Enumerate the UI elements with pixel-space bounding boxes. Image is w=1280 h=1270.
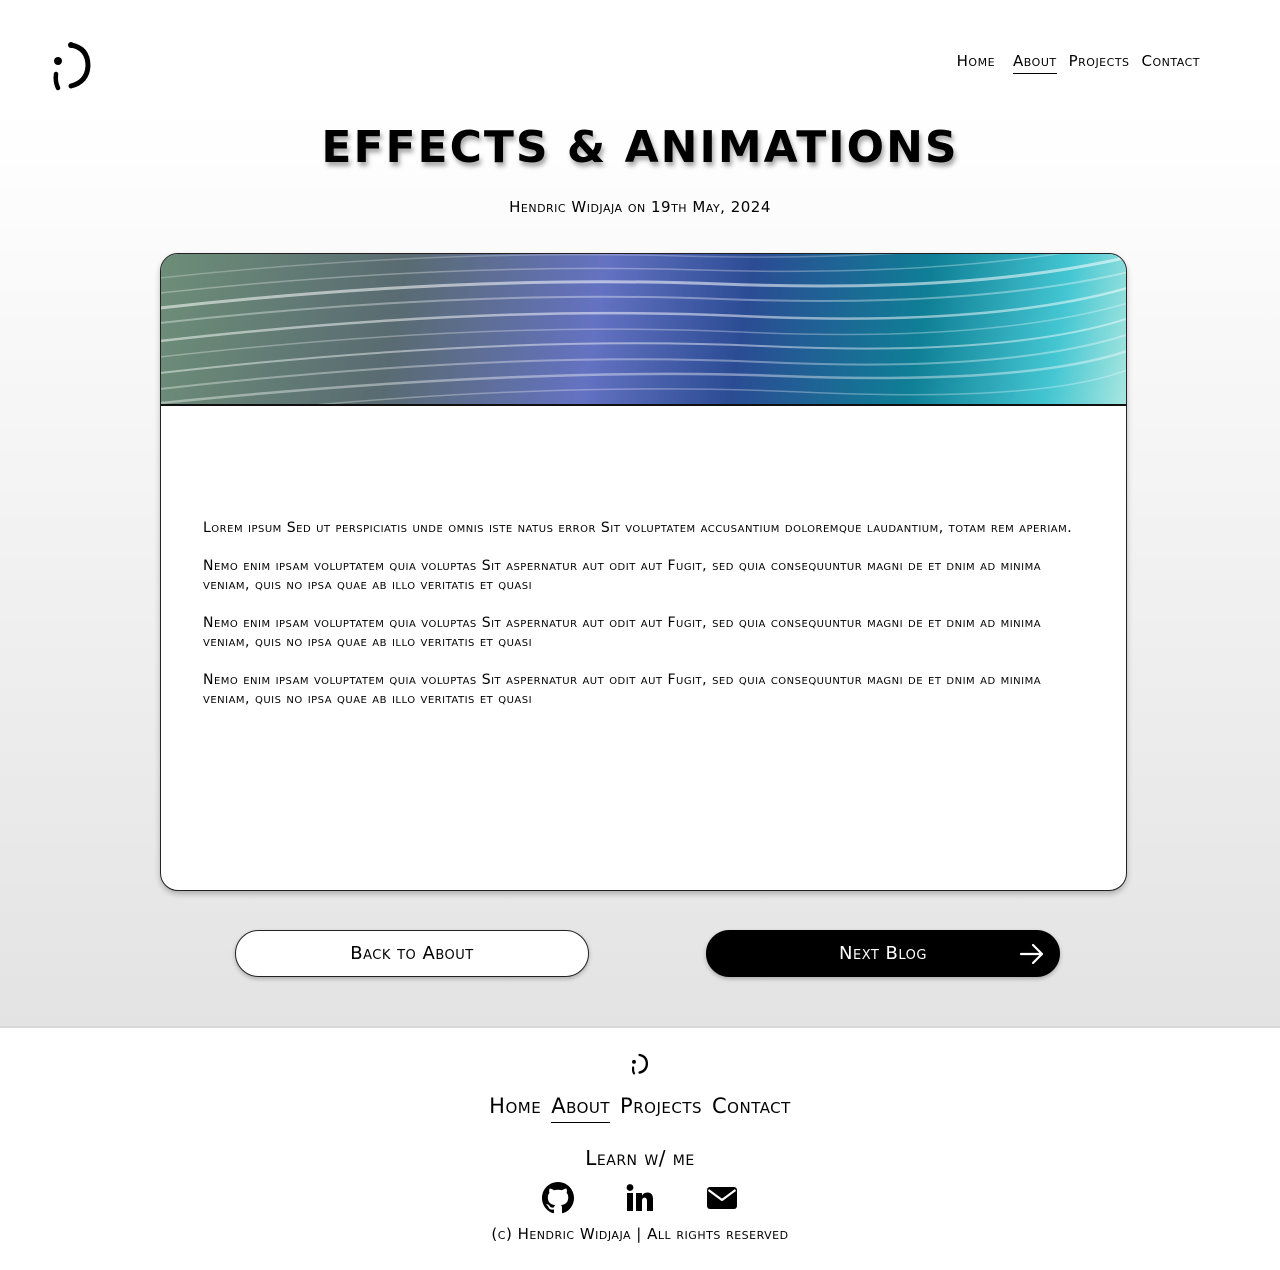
copyright-text: (c) Hendric Widjaja | All rights reserve…	[491, 1225, 789, 1243]
page-title: EFFECTS & ANIMATIONS	[321, 122, 959, 173]
footer-nav-contact[interactable]: Contact	[712, 1094, 791, 1123]
linkedin-icon[interactable]	[624, 1182, 656, 1214]
footer-nav-projects[interactable]: Projects	[620, 1094, 702, 1123]
arrow-right-icon	[1019, 943, 1044, 965]
nav-projects[interactable]: Projects	[1069, 50, 1130, 74]
wave-lines	[161, 254, 1126, 404]
paragraph: Nemo enim ipsam voluptatem quia voluptas…	[203, 615, 1042, 650]
paragraph: Lorem ipsum Sed ut perspiciatis unde omn…	[203, 520, 1073, 536]
footer-nav: Home About Projects Contact	[0, 1094, 1280, 1123]
paragraph: Nemo enim ipsam voluptatem quia voluptas…	[203, 558, 1042, 593]
back-button-label: Back to About	[350, 943, 474, 964]
footer-nav-about[interactable]: About	[551, 1094, 611, 1123]
winking-face-logo-icon[interactable]	[630, 1052, 650, 1076]
nav-contact[interactable]: Contact	[1142, 50, 1200, 74]
abstract-waves-banner	[161, 254, 1126, 406]
next-blog-button[interactable]: Next Blog	[706, 930, 1060, 977]
social-links	[0, 1182, 1280, 1214]
post-byline: Hendric Widjaja on 19th May, 2024	[509, 198, 771, 216]
paragraph: Nemo enim ipsam voluptatem quia voluptas…	[203, 672, 1042, 707]
blog-card: Lorem ipsum Sed ut perspiciatis unde omn…	[160, 253, 1127, 891]
github-icon[interactable]	[542, 1182, 574, 1214]
winking-face-logo-icon[interactable]	[50, 38, 94, 94]
nav-about[interactable]: About	[1013, 50, 1057, 74]
nav-home[interactable]: Home	[957, 50, 995, 74]
footer-nav-home[interactable]: Home	[489, 1094, 541, 1123]
next-button-label: Next Blog	[839, 943, 927, 964]
learn-heading: Learn w/ me	[585, 1146, 695, 1170]
back-to-about-button[interactable]: Back to About	[235, 930, 589, 977]
header-nav: Home About Projects Contact	[957, 50, 1200, 74]
envelope-icon[interactable]	[706, 1182, 738, 1214]
post-content: Lorem ipsum Sed ut perspiciatis unde omn…	[203, 519, 1083, 728]
